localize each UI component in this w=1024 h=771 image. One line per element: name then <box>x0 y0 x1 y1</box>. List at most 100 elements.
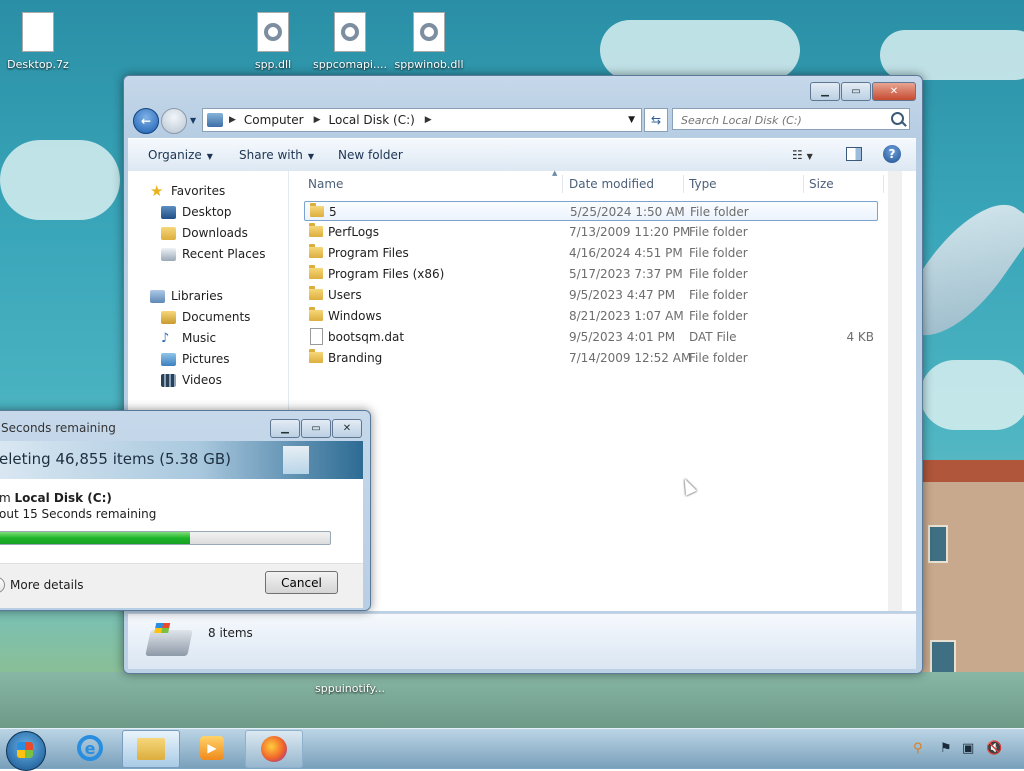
nav-libraries[interactable]: Libraries <box>150 289 223 303</box>
maximize-button[interactable]: ▭ <box>841 82 871 101</box>
search-box[interactable] <box>672 108 910 130</box>
details-pane: 8 items <box>128 613 916 669</box>
breadcrumb-arrow-icon[interactable]: ▶ <box>229 115 236 125</box>
share-with-button[interactable]: Share with ▼ <box>239 148 314 162</box>
file-row[interactable]: PerfLogs 7/13/2009 11:20 PM File folder <box>304 222 878 242</box>
desktop-icon-spp-dll[interactable]: spp.dll <box>233 12 313 71</box>
file-date: 8/21/2023 1:07 AM <box>569 309 684 323</box>
file-date: 5/17/2023 7:37 PM <box>569 267 683 281</box>
address-dropdown-icon[interactable]: ▼ <box>628 115 635 125</box>
dialog-caption-buttons: ▁ ▭ ✕ <box>270 419 362 438</box>
volume-muted-icon[interactable]: 🔇 <box>986 741 1002 756</box>
breadcrumb-arrow-icon[interactable]: ▶ <box>425 115 432 125</box>
taskbar-firefox[interactable] <box>245 730 303 768</box>
delete-source: m Local Disk (C:) <box>0 491 112 505</box>
change-view-button[interactable]: ☷ ▼ <box>792 148 813 162</box>
computer-icon <box>207 113 223 127</box>
folder-icon <box>137 738 165 760</box>
minimize-button[interactable]: ▁ <box>810 82 840 101</box>
back-button[interactable]: ← <box>133 108 159 134</box>
expand-chevron-icon <box>0 577 5 593</box>
preview-pane-icon[interactable] <box>846 147 862 161</box>
column-header-size[interactable]: Size <box>809 177 834 191</box>
vertical-scrollbar[interactable] <box>888 171 902 611</box>
close-button[interactable]: ✕ <box>872 82 916 101</box>
details-view-icon: ☷ <box>792 148 803 162</box>
column-separator <box>683 175 684 193</box>
ground-decoration <box>0 672 1024 728</box>
desktop-icon-desktop-7z[interactable]: Desktop.7z <box>0 12 78 71</box>
file-row[interactable]: Program Files (x86) 5/17/2023 7:37 PM File… <box>304 264 878 284</box>
nav-favorites[interactable]: ★ Favorites <box>150 181 225 200</box>
start-button[interactable] <box>6 731 46 771</box>
file-date: 7/13/2009 11:20 PM <box>569 225 691 239</box>
cloud-decoration <box>880 30 1024 80</box>
action-center-flag-icon[interactable]: ⚑ <box>940 741 952 756</box>
breadcrumb-arrow-icon[interactable]: ▶ <box>314 115 321 125</box>
search-icon[interactable] <box>891 112 904 125</box>
taskbar-windows-explorer[interactable] <box>122 730 180 768</box>
taskbar-media-player[interactable]: ▶ <box>184 730 240 766</box>
nav-item-videos[interactable]: Videos <box>161 373 222 387</box>
dialog-maximize-button[interactable]: ▭ <box>301 419 331 438</box>
recent-places-icon <box>161 247 176 261</box>
file-name: Program Files (x86) <box>328 267 445 281</box>
file-date: 7/14/2009 12:52 AM <box>569 351 692 365</box>
file-icon <box>310 328 323 345</box>
address-bar[interactable]: ▶ Computer ▶ Local Disk (C:) ▶ ▼ <box>202 108 642 132</box>
organize-button[interactable]: Organize ▼ <box>148 148 213 162</box>
file-type: File folder <box>690 205 749 219</box>
dialog-minimize-button[interactable]: ▁ <box>270 419 300 438</box>
folder-icon <box>309 286 323 300</box>
new-folder-button[interactable]: New folder <box>338 148 403 162</box>
dialog-close-button[interactable]: ✕ <box>332 419 362 438</box>
star-icon: ★ <box>150 181 164 200</box>
firefox-icon <box>261 736 287 762</box>
documents-icon <box>161 310 176 324</box>
desktop-icon-sppcomapi[interactable]: sppcomapi.... <box>310 12 390 71</box>
nav-item-music[interactable]: ♪ Music <box>161 331 216 345</box>
nav-item-recent-places[interactable]: Recent Places <box>161 247 265 261</box>
help-icon[interactable]: ? <box>883 145 901 163</box>
recent-pages-dropdown-icon[interactable]: ▼ <box>190 116 196 125</box>
nav-item-documents[interactable]: Documents <box>161 310 250 324</box>
breadcrumb-computer[interactable]: Computer <box>244 113 304 127</box>
column-header-date-modified[interactable]: Date modified <box>569 177 654 191</box>
nav-item-pictures[interactable]: Pictures <box>161 352 230 366</box>
desktop-icon-sppuinotify[interactable]: sppuinotify... <box>310 682 390 695</box>
item-count: 8 items <box>208 626 253 640</box>
column-separator <box>883 175 884 193</box>
more-details-toggle[interactable]: More details <box>0 577 84 593</box>
dll-gear-icon <box>257 12 289 52</box>
breadcrumb-local-disk[interactable]: Local Disk (C:) <box>329 113 415 127</box>
search-input[interactable] <box>679 110 893 130</box>
sort-arrow-icon: ▲ <box>552 169 558 177</box>
file-row[interactable]: Branding 7/14/2009 12:52 AM File folder <box>304 348 878 368</box>
file-type: File folder <box>689 225 748 239</box>
forward-button[interactable] <box>161 108 187 134</box>
taskbar-internet-explorer[interactable]: e <box>62 730 118 766</box>
progress-bar <box>0 531 331 545</box>
refresh-button[interactable]: ⇆ <box>644 108 668 132</box>
file-row[interactable]: Windows 8/21/2023 1:07 AM File folder <box>304 306 878 326</box>
search-tray-icon[interactable]: ⚲ <box>913 741 923 756</box>
file-row[interactable]: Users 9/5/2023 4:47 PM File folder <box>304 285 878 305</box>
column-header-name[interactable]: Name <box>308 177 343 191</box>
desktop-icon-sppwinob-dll[interactable]: sppwinob.dll <box>389 12 469 71</box>
command-bar: Organize ▼ Share with ▼ New folder ☷ ▼ ? <box>128 138 916 172</box>
delete-summary: eleting 46,855 items (5.38 GB) <box>0 450 231 468</box>
file-date: 9/5/2023 4:47 PM <box>569 288 676 302</box>
network-icon[interactable]: ▣ <box>962 741 974 756</box>
cancel-button[interactable]: Cancel <box>265 571 338 594</box>
nav-item-desktop[interactable]: Desktop <box>161 205 232 219</box>
file-name: PerfLogs <box>328 225 380 239</box>
file-row[interactable]: Program Files 4/16/2024 4:51 PM File folde… <box>304 243 878 263</box>
refresh-icon: ⇆ <box>650 113 662 127</box>
file-date: 5/25/2024 1:50 AM <box>570 205 685 219</box>
file-size: 4 KB <box>846 330 874 344</box>
file-row[interactable]: bootsqm.dat 9/5/2023 4:01 PM DAT File 4 KB <box>304 327 878 347</box>
column-header-type[interactable]: Type <box>689 177 717 191</box>
nav-item-downloads[interactable]: Downloads <box>161 226 248 240</box>
file-row[interactable]: 5 5/25/2024 1:50 AM File folder <box>304 201 878 221</box>
cloud-decoration <box>0 140 120 220</box>
